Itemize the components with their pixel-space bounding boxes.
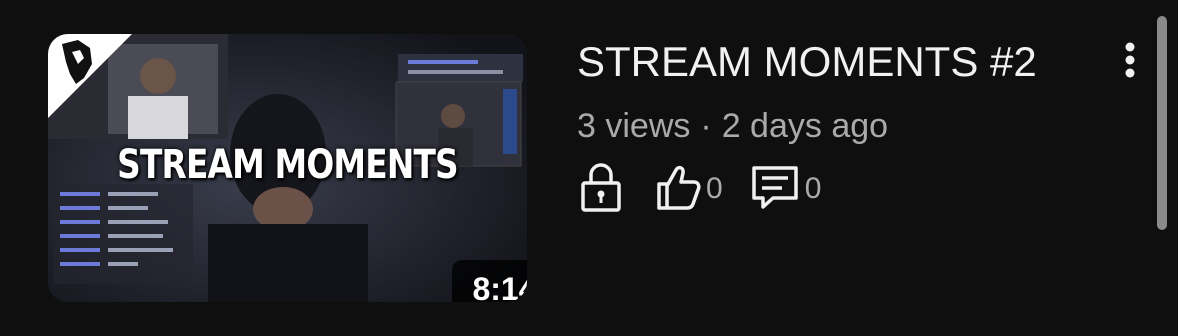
thumbs-up-icon[interactable] xyxy=(656,162,702,217)
scrollbar[interactable] xyxy=(1157,16,1167,230)
comment-count: 0 xyxy=(804,172,822,205)
upload-age: 2 days ago xyxy=(721,107,889,145)
video-thumbnail[interactable]: STREAM MOMENTS 8:14 xyxy=(48,34,527,302)
video-stats: 0 0 xyxy=(580,161,847,218)
comment-icon[interactable] xyxy=(749,162,801,217)
kebab-menu-icon xyxy=(1125,42,1135,78)
video-title[interactable]: STREAM MOMENTS #2 xyxy=(577,36,1037,88)
thumbnail-title-text: STREAM MOMENTS xyxy=(117,142,458,188)
duration-badge: 8:14 xyxy=(452,260,527,302)
view-count: 3 views xyxy=(577,107,691,145)
more-actions-button[interactable] xyxy=(1112,38,1148,82)
like-count: 0 xyxy=(706,172,723,205)
video-list-item[interactable]: STREAM MOMENTS 8:14 STREAM MOMENTS #2 3 … xyxy=(0,0,1178,336)
meta-separator: · xyxy=(700,107,712,145)
lock-icon xyxy=(580,161,622,218)
video-metadata: 3 views · 2 days ago xyxy=(577,104,888,148)
